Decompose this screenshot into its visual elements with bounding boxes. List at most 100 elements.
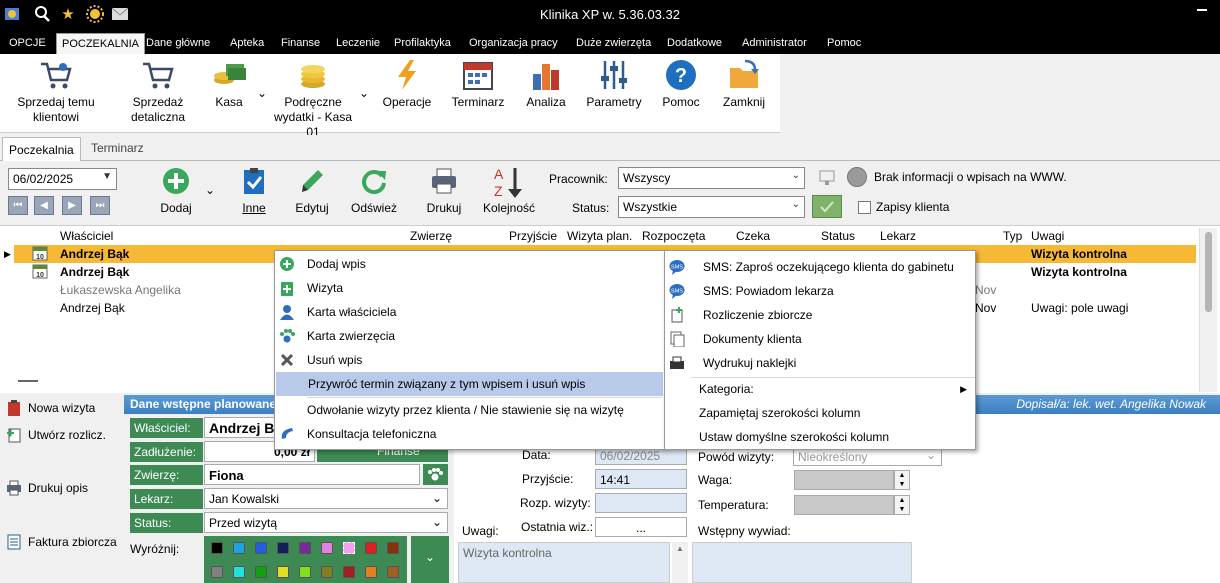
menu-item-odwolanie-wizyty[interactable]: Odwołanie wizyty przez klienta / Nie sta… [275, 398, 664, 422]
col-header-typ[interactable]: Typ [1003, 229, 1022, 243]
faktura-zbiorcza-button[interactable]: Faktura zbiorcza [6, 534, 117, 550]
menu-organizacja-pracy[interactable]: Organizacja pracy [469, 37, 558, 49]
col-header-wlasciciel[interactable]: Właściciel [60, 229, 113, 243]
menu-item-ustaw-domyslne-szerokosci[interactable]: Ustaw domyślne szerokości kolumn [665, 425, 975, 449]
grid-scrollbar[interactable] [1199, 228, 1217, 392]
menu-apteka[interactable]: Apteka [230, 37, 264, 49]
nav-prev-icon[interactable]: ◀ [34, 196, 54, 215]
color-swatch[interactable] [211, 542, 223, 554]
color-swatch[interactable] [255, 566, 267, 578]
menu-item-zapamietaj-szerokosci[interactable]: Zapamiętaj szerokości kolumn [665, 401, 975, 425]
color-swatch[interactable] [277, 566, 289, 578]
kasa-dropdown-icon[interactable]: ⌄ [256, 86, 268, 101]
zamknij-button[interactable]: Zamknij [716, 54, 772, 110]
menu-item-wydrukuj-naklejki[interactable]: Wydrukuj naklejki [665, 351, 975, 375]
color-swatch[interactable] [321, 566, 333, 578]
waga-spinner[interactable]: ▲ ▼ [894, 470, 910, 490]
parametry-button[interactable]: Parametry [584, 54, 644, 110]
menu-poczekalnia[interactable]: POCZEKALNIA [56, 33, 146, 54]
temperatura-field[interactable] [794, 495, 894, 515]
terminarz-button[interactable]: Terminarz [448, 54, 508, 110]
menu-item-sms-zapros[interactable]: SMS SMS: Zaproś oczekującego klienta do g… [665, 255, 975, 279]
color-swatch[interactable] [255, 542, 267, 554]
color-swatch[interactable] [387, 566, 399, 578]
dodaj-dropdown-icon[interactable]: ⌄ [204, 183, 216, 197]
menu-item-przywroc-termin[interactable]: Przywróć termin związany z tym wpisem i … [276, 372, 663, 396]
pracownik-select[interactable]: Wszyscy ⌄ [618, 167, 805, 189]
sprzedaz-detaliczna-button[interactable]: Sprzedaż detaliczna [122, 54, 194, 125]
rozp-wizyty-field[interactable] [595, 493, 687, 513]
menu-finanse[interactable]: Finanse [281, 37, 320, 49]
color-dropdown-button[interactable]: ⌄ [411, 536, 449, 583]
drukuj-button[interactable]: Drukuj [422, 167, 466, 215]
menu-leczenie[interactable]: Leczenie [336, 37, 380, 49]
menu-item-rozliczenie-zbiorcze[interactable]: Rozliczenie zbiorcze [665, 303, 975, 327]
tab-terminarz[interactable]: Terminarz [91, 141, 144, 155]
menu-dodatkowe[interactable]: Dodatkowe [667, 37, 722, 49]
lekarz-select[interactable]: Jan Kowalski ⌄ [204, 488, 448, 509]
zapisy-klienta-checkbox[interactable] [858, 201, 871, 214]
dodaj-button[interactable]: Dodaj [152, 167, 200, 215]
ostatnia-wiz-button[interactable]: ... [595, 517, 687, 537]
menu-item-usun-wpis[interactable]: Usuń wpis [275, 348, 664, 372]
scrollbar-thumb[interactable] [1205, 232, 1212, 312]
uwagi-textarea[interactable]: Wizyta kontrolna [458, 542, 670, 583]
col-header-lekarz[interactable]: Lekarz [880, 229, 916, 243]
menu-item-konsultacja-telefoniczna[interactable]: Konsultacja telefoniczna [275, 422, 664, 446]
color-swatch[interactable] [343, 542, 355, 554]
menu-pomoc[interactable]: Pomoc [827, 37, 861, 49]
paw-icon[interactable] [423, 464, 448, 485]
operacje-button[interactable]: Operacje [378, 54, 436, 110]
menu-administrator[interactable]: Administrator [742, 37, 807, 49]
col-header-uwagi[interactable]: Uwagi [1031, 229, 1064, 243]
odswiez-button[interactable]: Odśwież [348, 167, 400, 215]
color-swatch[interactable] [233, 566, 245, 578]
color-swatch[interactable] [365, 542, 377, 554]
nav-next-icon[interactable]: ▶ [62, 196, 82, 215]
kolejnosc-button[interactable]: AZ Kolejność [480, 165, 538, 215]
uwagi-scrollbar[interactable]: ▲ [672, 542, 688, 583]
color-swatch[interactable] [321, 542, 333, 554]
col-header-rozpoczeta[interactable]: Rozpoczęta [642, 229, 705, 243]
menu-profilaktyka[interactable]: Profilaktyka [394, 37, 451, 49]
inne-button[interactable]: Inne [232, 167, 276, 215]
color-swatch[interactable] [233, 542, 245, 554]
grid-splitter[interactable] [18, 380, 38, 382]
nowa-wizyta-button[interactable]: Nowa wizyta [6, 400, 95, 416]
color-swatch[interactable] [365, 566, 377, 578]
menu-dane-glowne[interactable]: Dane główne [146, 37, 210, 49]
col-header-przyjscie[interactable]: Przyjście [509, 229, 557, 243]
date-picker[interactable]: 06/02/2025 ▼ [8, 168, 117, 190]
color-swatch[interactable] [299, 542, 311, 554]
color-swatch[interactable] [211, 566, 223, 578]
menu-item-sms-powiadom[interactable]: SMS SMS: Powiadom lekarza [665, 279, 975, 303]
monitor-icon[interactable] [818, 169, 836, 187]
menu-opcje[interactable]: OPCJE [9, 37, 46, 49]
wywiad-textarea[interactable] [692, 542, 912, 583]
waga-field[interactable] [794, 470, 894, 490]
col-header-czeka[interactable]: Czeka [736, 229, 770, 243]
color-swatch[interactable] [387, 542, 399, 554]
kasa-button[interactable]: Kasa [205, 54, 253, 110]
temperatura-spinner[interactable]: ▲ ▼ [894, 495, 910, 515]
podreczne-wydatki-button[interactable]: Podręczne wydatki - Kasa 01 [272, 54, 354, 140]
color-swatch[interactable] [343, 566, 355, 578]
utworz-rozlicz-button[interactable]: Utwórz rozlicz. [6, 427, 106, 443]
sprzedaj-temu-klientowi-button[interactable]: Sprzedaj temu klientowi [10, 54, 102, 125]
menu-item-karta-zwierzecia[interactable]: Karta zwierzęcia [275, 324, 664, 348]
apply-filter-button[interactable] [812, 195, 842, 218]
edytuj-button[interactable]: Edytuj [290, 167, 334, 215]
menu-item-kategoria[interactable]: Kategoria: ▶ [665, 377, 975, 401]
menu-item-dodaj-wpis[interactable]: Dodaj wpis [275, 252, 664, 276]
podreczne-dropdown-icon[interactable]: ⌄ [358, 86, 370, 101]
menu-item-wizyta[interactable]: Wizyta [275, 276, 664, 300]
color-swatch[interactable] [299, 566, 311, 578]
status-form-select[interactable]: Przed wizytą ⌄ [204, 512, 448, 533]
analiza-button[interactable]: Analiza [522, 54, 570, 110]
nav-last-icon[interactable]: ⏭ [90, 196, 110, 215]
nav-first-icon[interactable]: ⏮ [8, 196, 28, 215]
col-header-wizyta-plan[interactable]: Wizyta plan. [567, 229, 632, 243]
drukuj-opis-button[interactable]: Drukuj opis [6, 480, 88, 496]
pomoc-button[interactable]: ? Pomoc [658, 54, 704, 110]
status-select[interactable]: Wszystkie ⌄ [618, 196, 805, 218]
